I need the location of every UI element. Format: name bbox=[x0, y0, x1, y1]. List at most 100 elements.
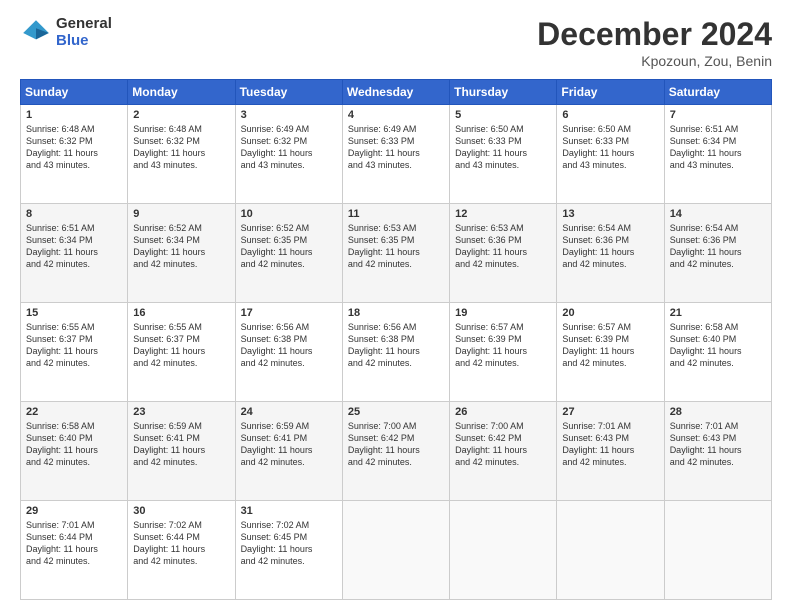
day-number: 27 bbox=[562, 406, 658, 418]
day-info: Sunrise: 6:59 AM Sunset: 6:41 PM Dayligh… bbox=[241, 420, 337, 469]
calendar-cell: 12Sunrise: 6:53 AM Sunset: 6:36 PM Dayli… bbox=[450, 204, 557, 303]
day-number: 13 bbox=[562, 208, 658, 220]
day-number: 2 bbox=[133, 109, 229, 121]
day-info: Sunrise: 6:50 AM Sunset: 6:33 PM Dayligh… bbox=[562, 123, 658, 172]
day-info: Sunrise: 7:01 AM Sunset: 6:43 PM Dayligh… bbox=[670, 420, 766, 469]
day-number: 8 bbox=[26, 208, 122, 220]
day-info: Sunrise: 7:02 AM Sunset: 6:45 PM Dayligh… bbox=[241, 519, 337, 568]
day-number: 31 bbox=[241, 505, 337, 517]
calendar-cell: 6 Sunrise: 6:50 AM Sunset: 6:33 PM Daylig… bbox=[557, 105, 664, 204]
calendar-cell: 26 Sunrise: 7:00 AM Sunset: 6:42 PM Dayli… bbox=[450, 402, 557, 501]
weekday-header: Saturday bbox=[664, 80, 771, 105]
day-number: 1 bbox=[26, 109, 122, 121]
day-number: 28 bbox=[670, 406, 766, 418]
logo-text: General Blue bbox=[56, 16, 112, 49]
day-number: 22 bbox=[26, 406, 122, 418]
calendar-week: 1 Sunrise: 6:48 AM Sunset: 6:32 PM Daylig… bbox=[21, 105, 772, 204]
calendar-cell: 22 Sunrise: 6:58 AM Sunset: 6:40 PM Dayli… bbox=[21, 402, 128, 501]
calendar-cell: 2 Sunrise: 6:48 AM Sunset: 6:32 PM Daylig… bbox=[128, 105, 235, 204]
calendar-week: 22 Sunrise: 6:58 AM Sunset: 6:40 PM Dayli… bbox=[21, 402, 772, 501]
calendar-cell: 11Sunrise: 6:53 AM Sunset: 6:35 PM Dayli… bbox=[342, 204, 449, 303]
day-info: Sunrise: 6:55 AM Sunset: 6:37 PM Dayligh… bbox=[26, 321, 122, 370]
day-info: Sunrise: 7:00 AM Sunset: 6:42 PM Dayligh… bbox=[348, 420, 444, 469]
weekday-header: Friday bbox=[557, 80, 664, 105]
calendar-cell bbox=[664, 501, 771, 600]
day-info: Sunrise: 6:55 AM Sunset: 6:37 PM Dayligh… bbox=[133, 321, 229, 370]
day-number: 20 bbox=[562, 307, 658, 319]
day-number: 3 bbox=[241, 109, 337, 121]
day-info: Sunrise: 6:58 AM Sunset: 6:40 PM Dayligh… bbox=[26, 420, 122, 469]
day-info: Sunrise: 7:02 AM Sunset: 6:44 PM Dayligh… bbox=[133, 519, 229, 568]
calendar-week: 15 Sunrise: 6:55 AM Sunset: 6:37 PM Dayli… bbox=[21, 303, 772, 402]
day-number: 10 bbox=[241, 208, 337, 220]
day-number: 14 bbox=[670, 208, 766, 220]
weekday-row: SundayMondayTuesdayWednesdayThursdayFrid… bbox=[21, 80, 772, 105]
day-info: Sunrise: 6:57 AM Sunset: 6:39 PM Dayligh… bbox=[455, 321, 551, 370]
day-info: Sunrise: 6:58 AM Sunset: 6:40 PM Dayligh… bbox=[670, 321, 766, 370]
calendar-cell: 21Sunrise: 6:58 AM Sunset: 6:40 PM Dayli… bbox=[664, 303, 771, 402]
day-info: Sunrise: 6:50 AM Sunset: 6:33 PM Dayligh… bbox=[455, 123, 551, 172]
calendar-body: 1 Sunrise: 6:48 AM Sunset: 6:32 PM Daylig… bbox=[21, 105, 772, 600]
calendar-cell: 16 Sunrise: 6:55 AM Sunset: 6:37 PM Dayli… bbox=[128, 303, 235, 402]
calendar-cell: 30 Sunrise: 7:02 AM Sunset: 6:44 PM Dayli… bbox=[128, 501, 235, 600]
header: General Blue December 2024 Kpozoun, Zou,… bbox=[20, 16, 772, 69]
calendar-cell: 19Sunrise: 6:57 AM Sunset: 6:39 PM Dayli… bbox=[450, 303, 557, 402]
day-number: 30 bbox=[133, 505, 229, 517]
day-info: Sunrise: 6:56 AM Sunset: 6:38 PM Dayligh… bbox=[241, 321, 337, 370]
page: General Blue December 2024 Kpozoun, Zou,… bbox=[0, 0, 792, 612]
day-info: Sunrise: 6:54 AM Sunset: 6:36 PM Dayligh… bbox=[670, 222, 766, 271]
day-info: Sunrise: 6:51 AM Sunset: 6:34 PM Dayligh… bbox=[26, 222, 122, 271]
calendar-cell: 10 Sunrise: 6:52 AM Sunset: 6:35 PM Dayli… bbox=[235, 204, 342, 303]
weekday-header: Sunday bbox=[21, 80, 128, 105]
title-block: December 2024 Kpozoun, Zou, Benin bbox=[537, 16, 772, 69]
day-number: 12 bbox=[455, 208, 551, 220]
calendar-cell: 5 Sunrise: 6:50 AM Sunset: 6:33 PM Daylig… bbox=[450, 105, 557, 204]
logo-general: General bbox=[56, 16, 112, 33]
calendar-cell: 15 Sunrise: 6:55 AM Sunset: 6:37 PM Dayli… bbox=[21, 303, 128, 402]
calendar-cell: 31 Sunrise: 7:02 AM Sunset: 6:45 PM Dayli… bbox=[235, 501, 342, 600]
calendar-cell: 7Sunrise: 6:51 AM Sunset: 6:34 PM Daylig… bbox=[664, 105, 771, 204]
calendar-cell bbox=[557, 501, 664, 600]
calendar-cell: 1Sunrise: 6:48 AM Sunset: 6:32 PM Daylig… bbox=[21, 105, 128, 204]
calendar-cell: 24Sunrise: 6:59 AM Sunset: 6:41 PM Dayli… bbox=[235, 402, 342, 501]
logo-icon bbox=[20, 17, 52, 49]
day-info: Sunrise: 6:57 AM Sunset: 6:39 PM Dayligh… bbox=[562, 321, 658, 370]
calendar-cell: 3Sunrise: 6:49 AM Sunset: 6:32 PM Daylig… bbox=[235, 105, 342, 204]
day-number: 18 bbox=[348, 307, 444, 319]
day-info: Sunrise: 6:59 AM Sunset: 6:41 PM Dayligh… bbox=[133, 420, 229, 469]
day-number: 17 bbox=[241, 307, 337, 319]
day-info: Sunrise: 6:56 AM Sunset: 6:38 PM Dayligh… bbox=[348, 321, 444, 370]
day-number: 6 bbox=[562, 109, 658, 121]
location: Kpozoun, Zou, Benin bbox=[537, 53, 772, 69]
day-info: Sunrise: 6:48 AM Sunset: 6:32 PM Dayligh… bbox=[133, 123, 229, 172]
day-info: Sunrise: 6:49 AM Sunset: 6:33 PM Dayligh… bbox=[348, 123, 444, 172]
day-number: 26 bbox=[455, 406, 551, 418]
day-number: 5 bbox=[455, 109, 551, 121]
day-info: Sunrise: 7:01 AM Sunset: 6:43 PM Dayligh… bbox=[562, 420, 658, 469]
calendar-cell: 8 Sunrise: 6:51 AM Sunset: 6:34 PM Daylig… bbox=[21, 204, 128, 303]
calendar-cell: 14 Sunrise: 6:54 AM Sunset: 6:36 PM Dayli… bbox=[664, 204, 771, 303]
calendar-table: SundayMondayTuesdayWednesdayThursdayFrid… bbox=[20, 79, 772, 600]
day-info: Sunrise: 6:52 AM Sunset: 6:35 PM Dayligh… bbox=[241, 222, 337, 271]
calendar-week: 29 Sunrise: 7:01 AM Sunset: 6:44 PM Dayli… bbox=[21, 501, 772, 600]
day-info: Sunrise: 7:00 AM Sunset: 6:42 PM Dayligh… bbox=[455, 420, 551, 469]
calendar-cell bbox=[450, 501, 557, 600]
calendar-header: SundayMondayTuesdayWednesdayThursdayFrid… bbox=[21, 80, 772, 105]
weekday-header: Wednesday bbox=[342, 80, 449, 105]
day-number: 4 bbox=[348, 109, 444, 121]
calendar-cell bbox=[342, 501, 449, 600]
day-number: 25 bbox=[348, 406, 444, 418]
day-number: 16 bbox=[133, 307, 229, 319]
day-info: Sunrise: 6:52 AM Sunset: 6:34 PM Dayligh… bbox=[133, 222, 229, 271]
calendar-cell: 9 Sunrise: 6:52 AM Sunset: 6:34 PM Daylig… bbox=[128, 204, 235, 303]
logo-blue: Blue bbox=[56, 33, 112, 50]
logo: General Blue bbox=[20, 16, 112, 49]
day-number: 15 bbox=[26, 307, 122, 319]
month-title: December 2024 bbox=[537, 16, 772, 53]
day-info: Sunrise: 7:01 AM Sunset: 6:44 PM Dayligh… bbox=[26, 519, 122, 568]
day-number: 9 bbox=[133, 208, 229, 220]
day-number: 29 bbox=[26, 505, 122, 517]
calendar-cell: 25 Sunrise: 7:00 AM Sunset: 6:42 PM Dayli… bbox=[342, 402, 449, 501]
calendar-cell: 4 Sunrise: 6:49 AM Sunset: 6:33 PM Daylig… bbox=[342, 105, 449, 204]
day-number: 7 bbox=[670, 109, 766, 121]
